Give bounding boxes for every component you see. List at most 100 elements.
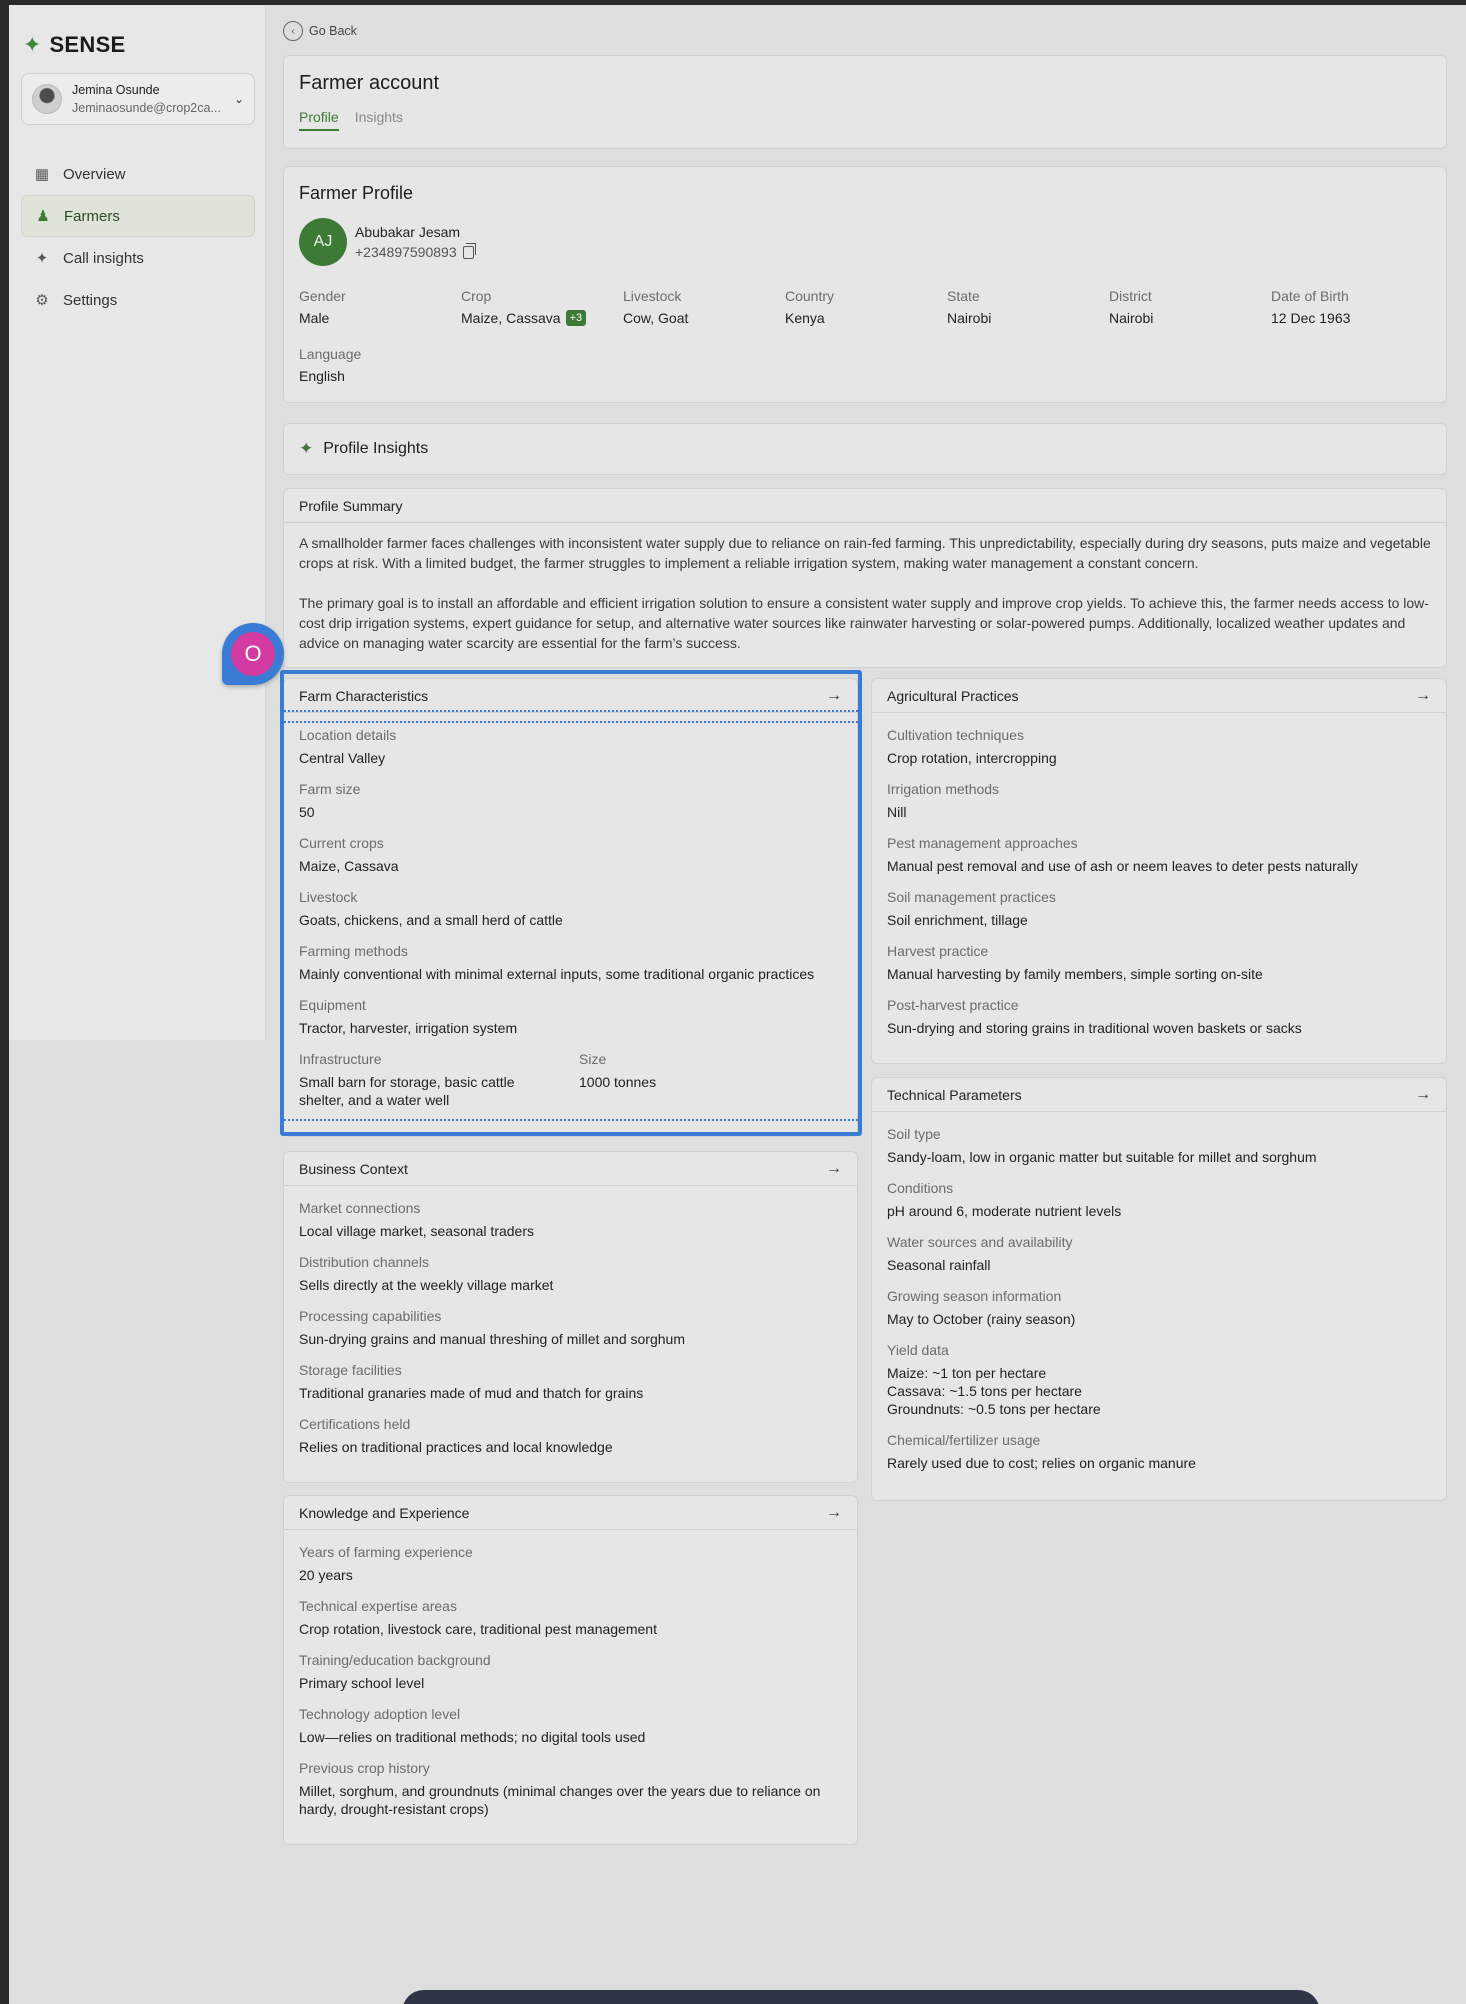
detail-label: Market connections — [299, 1200, 421, 1216]
agricultural-practices-card: Agricultural Practices → Cultivation tec… — [871, 678, 1447, 1064]
detail-label: Storage facilities — [299, 1362, 402, 1378]
detail-label: Cultivation techniques — [887, 727, 1024, 743]
farm-characteristics-header[interactable]: Farm Characteristics → — [284, 679, 857, 713]
field-value: Maize, Cassava — [461, 310, 561, 326]
copy-icon[interactable] — [462, 242, 476, 259]
gear-icon: ⚙ — [35, 292, 49, 309]
detail-label: Growing season information — [887, 1288, 1062, 1304]
arrow-right-icon[interactable]: → — [826, 1160, 842, 1178]
technical-parameters-card: Technical Parameters → Soil type Sandy-lo… — [871, 1077, 1447, 1501]
grid-icon: ▦ — [34, 166, 50, 183]
detail-value: May to October (rainy season) — [887, 1311, 1076, 1327]
detail-value: Primary school level — [299, 1675, 425, 1691]
knowledge-experience-header[interactable]: Knowledge and Experience → — [284, 1496, 857, 1530]
detail-value: Small barn for storage, basic cattle she… — [299, 1074, 515, 1108]
sidebar-item-farmers[interactable]: ♟ Farmers — [21, 195, 255, 237]
detail-value: Crop rotation, intercropping — [887, 750, 1057, 766]
farmer-profile-card: Farmer Profile AJ Abubakar Jesam +234897… — [283, 166, 1447, 403]
detail-value: Sandy-loam, low in organic matter but su… — [887, 1149, 1317, 1165]
section-title: Farmer Profile — [299, 183, 414, 203]
detail-label: Livestock — [299, 889, 358, 905]
sidebar-item-overview[interactable]: ▦ Overview — [21, 153, 255, 195]
detail-value: Rarely used due to cost; relies on organ… — [887, 1455, 1196, 1471]
sidebar-item-label: Settings — [63, 291, 118, 309]
detail-label: Farming methods — [299, 943, 408, 959]
sparkle-icon: ✦ — [35, 250, 49, 267]
sidebar-item-settings[interactable]: ⚙ Settings — [21, 279, 255, 321]
go-back-button[interactable]: ‹ Go Back — [283, 21, 357, 41]
detail-label: Infrastructure — [299, 1051, 382, 1067]
field-label: Date of Birth — [1271, 288, 1349, 304]
detail-label: Training/education background — [299, 1652, 491, 1668]
user-name: Jemina Osunde — [72, 83, 160, 97]
detail-value: Mainly conventional with minimal externa… — [299, 966, 815, 982]
detail-value: Traditional granaries made of mud and th… — [299, 1385, 644, 1401]
detail-value: Seasonal rainfall — [887, 1257, 991, 1273]
detail-label: Distribution channels — [299, 1254, 429, 1270]
field-value: 12 Dec 1963 — [1271, 310, 1351, 326]
field-label: District — [1109, 288, 1152, 304]
profile-summary-card: Profile Summary A smallholder farmer fac… — [283, 488, 1447, 668]
agricultural-practices-header[interactable]: Agricultural Practices → — [872, 679, 1446, 713]
detail-value: Sun-drying grains and manual threshing o… — [299, 1331, 685, 1347]
detail-value: Nill — [887, 804, 907, 820]
detail-value: Cassava: ~1.5 tons per hectare — [887, 1383, 1082, 1399]
brand-name: SENSE — [49, 32, 126, 57]
detail-label: Yield data — [887, 1342, 949, 1358]
detail-label: Chemical/fertilizer usage — [887, 1432, 1041, 1448]
farmer-name: Abubakar Jesam — [355, 224, 461, 240]
user-switcher[interactable]: Jemina Osunde Jeminaosunde@crop2ca... ⌄ — [21, 73, 255, 125]
arrow-right-icon[interactable]: → — [826, 687, 842, 705]
detail-value: Millet, sorghum, and groundnuts (minimal… — [299, 1783, 821, 1817]
section-title: Profile Summary — [299, 497, 403, 514]
profile-fields: Gender Male Crop Maize, Cassava +3 Livestoc… — [299, 288, 1431, 384]
sidebar-item-label: Overview — [63, 165, 126, 183]
business-context-header[interactable]: Business Context → — [284, 1152, 857, 1186]
field-value: English — [299, 368, 345, 384]
profile-insights-header: ✦ Profile Insights — [283, 423, 1447, 475]
avatar — [32, 84, 62, 114]
field-label: Livestock — [623, 288, 682, 304]
detail-value: Low—relies on traditional methods; no di… — [299, 1729, 646, 1745]
detail-value: 1000 tonnes — [579, 1074, 657, 1090]
detail-label: Certifications held — [299, 1416, 411, 1432]
detail-value: Sells directly at the weekly village mar… — [299, 1277, 554, 1293]
detail-label: Processing capabilities — [299, 1308, 442, 1324]
field-value: Cow, Goat — [623, 310, 689, 326]
field-label: Language — [299, 346, 362, 362]
user-email: Jeminaosunde@crop2ca... — [72, 101, 221, 115]
detail-value: Maize: ~1 ton per hectare — [887, 1365, 1047, 1381]
detail-value: Sun-drying and storing grains in traditi… — [887, 1020, 1302, 1036]
arrow-right-icon[interactable]: → — [1415, 687, 1431, 705]
section-title: Agricultural Practices — [887, 687, 1019, 704]
go-back-label: Go Back — [309, 24, 357, 38]
detail-label: Conditions — [887, 1180, 954, 1196]
detail-label: Irrigation methods — [887, 781, 1000, 797]
arrow-right-icon[interactable]: → — [1415, 1086, 1431, 1104]
sidebar-item-call-insights[interactable]: ✦ Call insights — [21, 237, 255, 279]
detail-value: Manual harvesting by family members, sim… — [887, 966, 1263, 982]
detail-value: 20 years — [299, 1567, 353, 1583]
detail-label: Technical expertise areas — [299, 1598, 457, 1614]
arrow-right-icon[interactable]: → — [826, 1504, 842, 1522]
detail-value: Relies on traditional practices and loca… — [299, 1439, 613, 1455]
summary-paragraph: The primary goal is to install an afford… — [299, 595, 1429, 651]
farmer-avatar: AJ — [299, 218, 347, 266]
chevron-left-icon: ‹ — [283, 21, 303, 41]
tab-profile[interactable]: Profile — [299, 109, 339, 131]
more-crops-badge[interactable]: +3 — [565, 310, 587, 326]
detail-label: Soil type — [887, 1126, 941, 1142]
sidebar: ✦ SENSE Jemina Osunde Jeminaosunde@crop2… — [9, 5, 266, 1040]
detail-value: pH around 6, moderate nutrient levels — [887, 1203, 1122, 1219]
brand[interactable]: ✦ SENSE — [23, 32, 126, 58]
field-value: Kenya — [785, 310, 825, 326]
technical-parameters-header[interactable]: Technical Parameters → — [872, 1078, 1446, 1112]
account-header: Farmer account Profile Insights — [283, 55, 1447, 149]
bottom-toolbar[interactable] — [402, 1990, 1320, 2004]
chevron-down-icon: ⌄ — [233, 92, 244, 106]
tab-insights[interactable]: Insights — [355, 109, 403, 131]
detail-label: Years of farming experience — [299, 1544, 473, 1560]
detail-value: Goats, chickens, and a small herd of cat… — [299, 912, 563, 928]
detail-value: 50 — [299, 804, 315, 820]
detail-label: Farm size — [299, 781, 361, 797]
